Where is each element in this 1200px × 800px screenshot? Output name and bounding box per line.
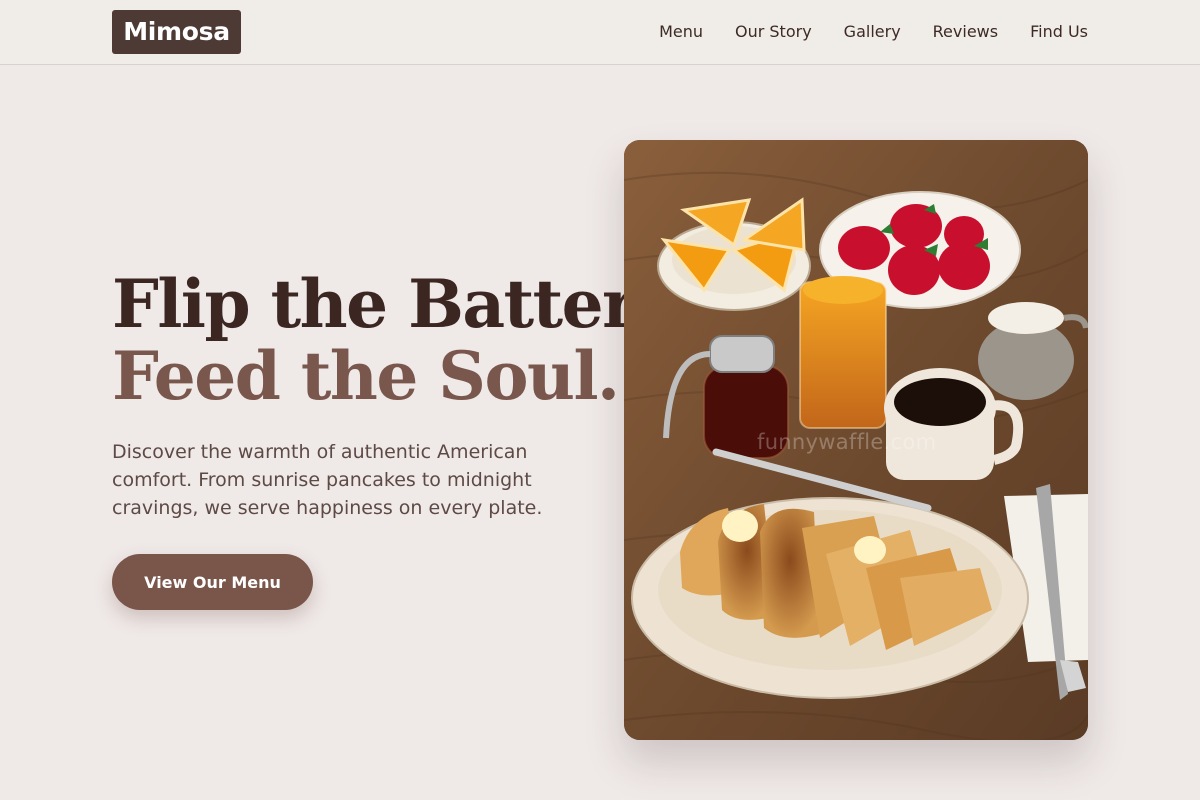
top-navigation-bar: Mimosa Menu Our Story Gallery Reviews Fi… bbox=[0, 0, 1200, 65]
hero-title-line-2: Feed the Soul. bbox=[112, 337, 620, 415]
hero-subtitle: Discover the warmth of authentic America… bbox=[112, 441, 543, 519]
image-watermark: funnywaffle.com bbox=[757, 430, 937, 454]
nav-link-find-us[interactable]: Find Us bbox=[1030, 22, 1088, 41]
hero-title: Flip the Batter, Feed the Soul. bbox=[112, 265, 654, 415]
brand-logo[interactable]: Mimosa bbox=[112, 10, 241, 54]
view-menu-button[interactable]: View Our Menu bbox=[112, 554, 313, 610]
nav-link-gallery[interactable]: Gallery bbox=[844, 22, 901, 41]
hero-breakfast-image: funnywaffle.com bbox=[624, 140, 1088, 740]
nav-links: Menu Our Story Gallery Reviews Find Us bbox=[659, 0, 1088, 62]
hero-title-line-1: Flip the Batter, bbox=[112, 265, 654, 343]
nav-link-our-story[interactable]: Our Story bbox=[735, 22, 812, 41]
nav-link-menu[interactable]: Menu bbox=[659, 22, 703, 41]
nav-link-reviews[interactable]: Reviews bbox=[933, 22, 998, 41]
